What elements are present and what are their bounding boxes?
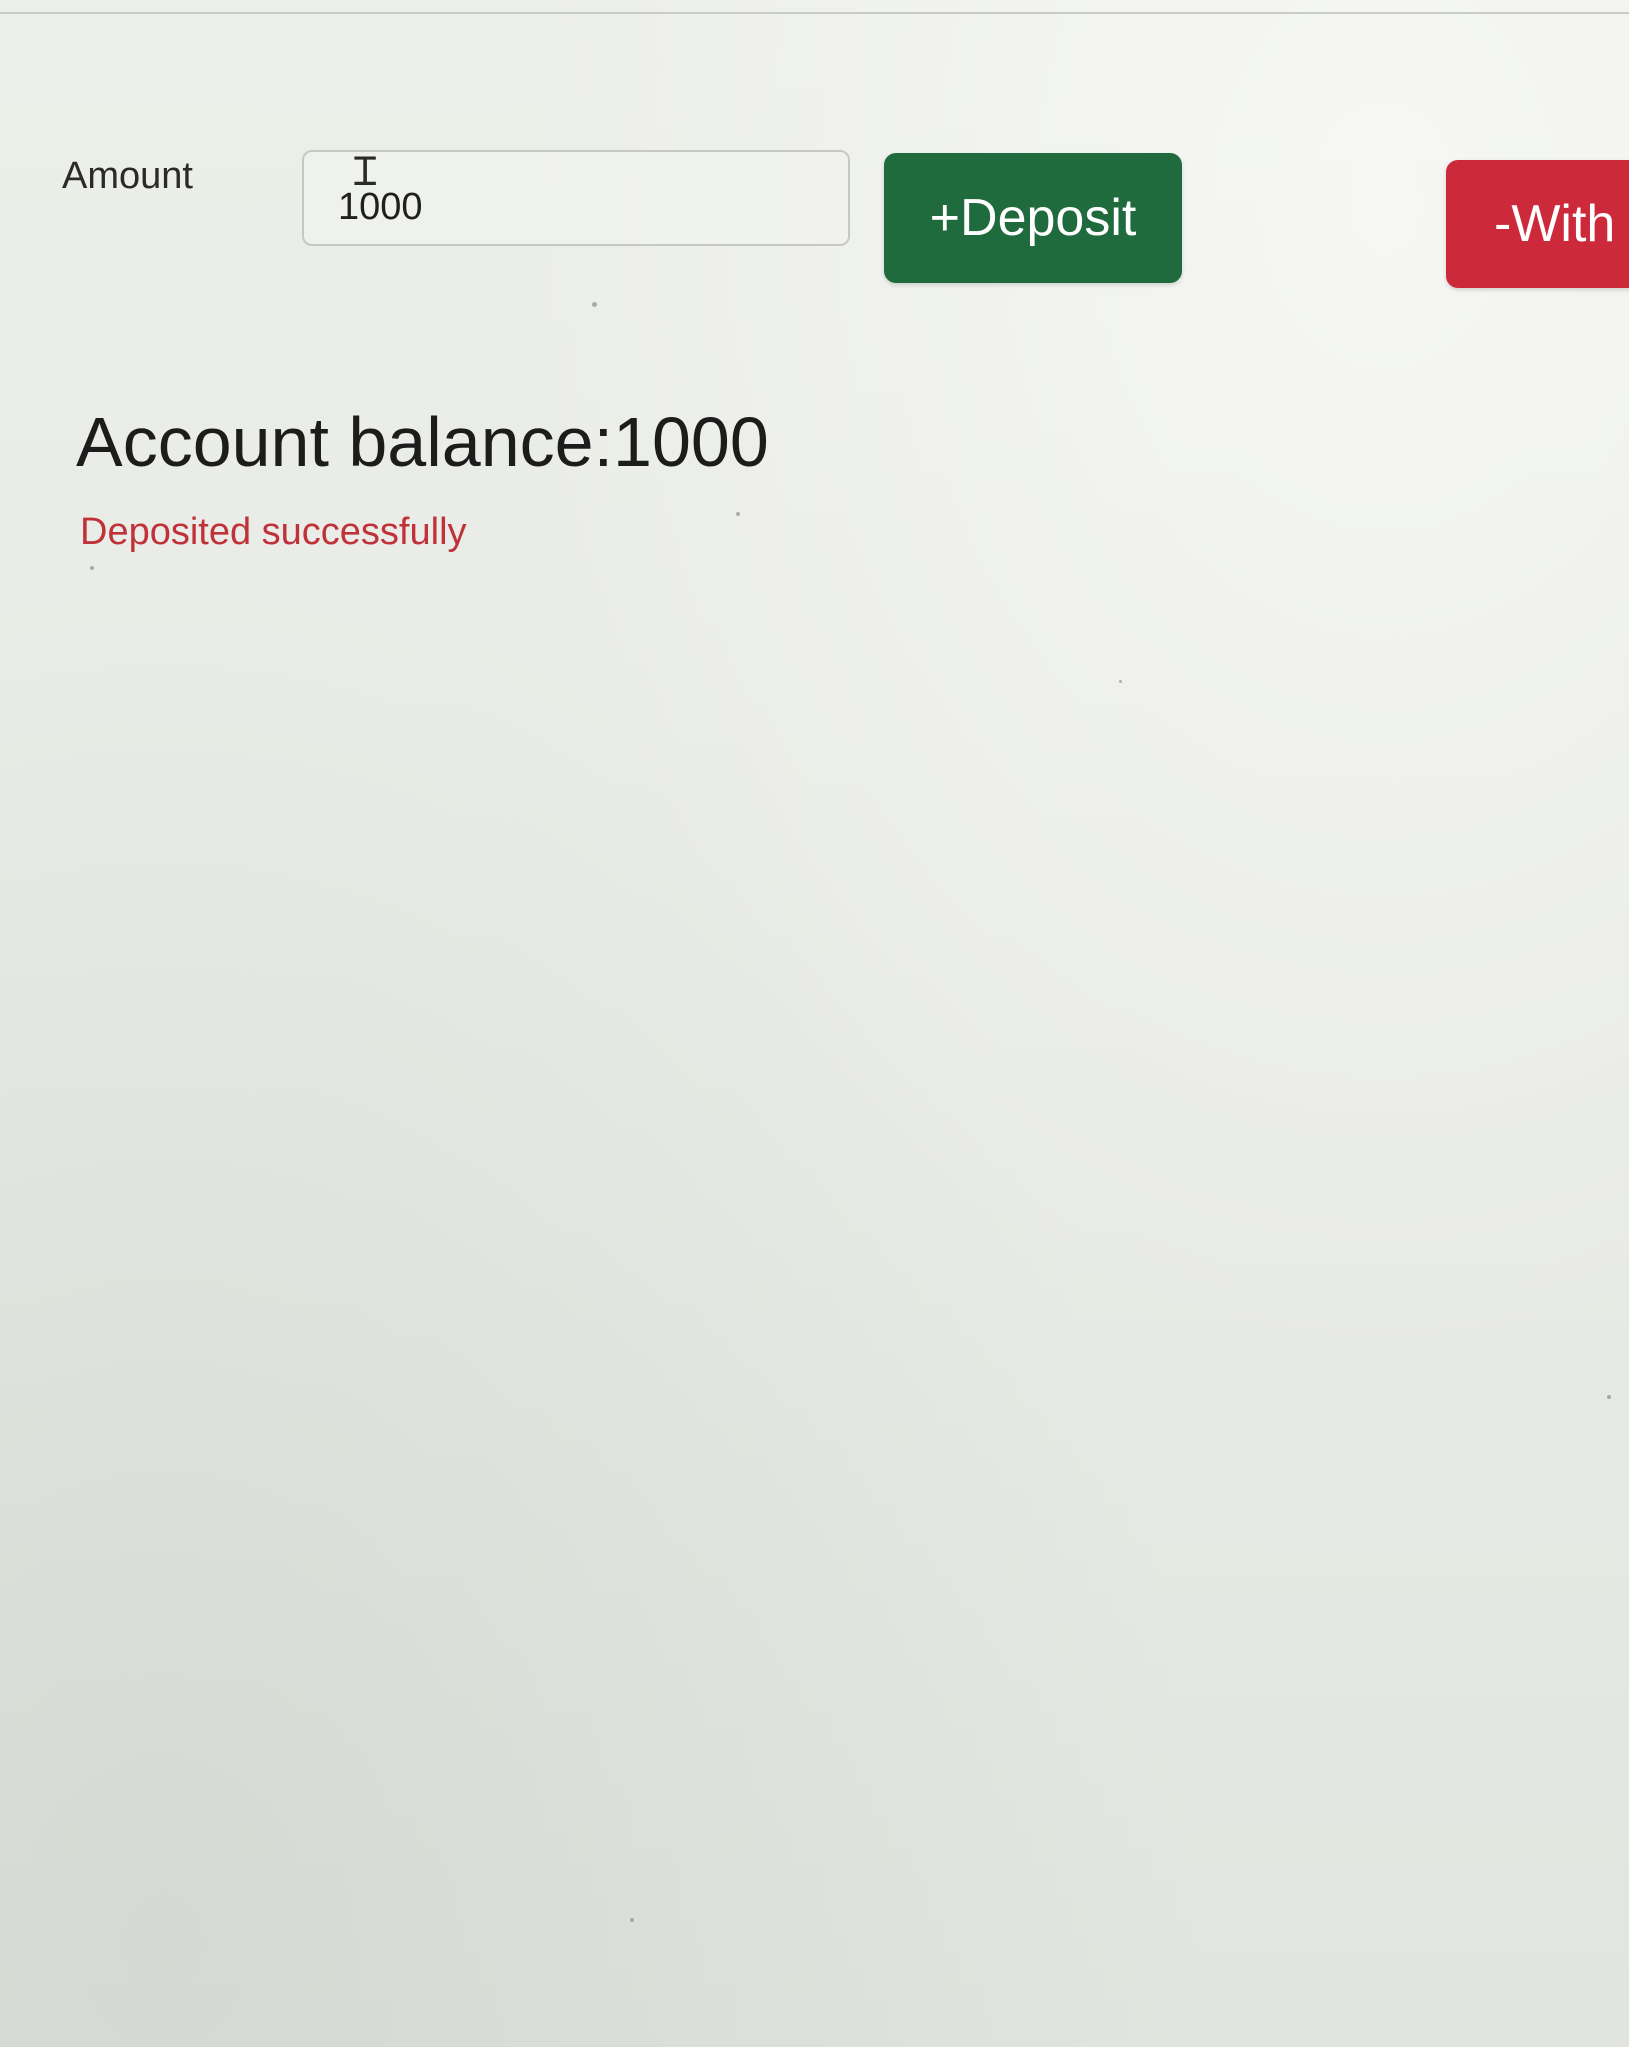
balance-value: 1000 — [613, 403, 769, 481]
dust-speck — [1119, 680, 1122, 683]
top-divider — [0, 12, 1629, 14]
account-balance: Account balance:1000 — [76, 400, 769, 484]
dust-speck — [90, 566, 94, 570]
balance-label: Account balance: — [76, 403, 614, 481]
page: Amount Ɪ +Deposit -With Account balance:… — [0, 0, 1629, 2047]
dust-speck — [592, 302, 597, 307]
dust-speck — [736, 512, 740, 516]
deposit-button[interactable]: +Deposit — [884, 153, 1182, 283]
dust-speck — [1607, 1395, 1611, 1399]
text-cursor-icon: Ɪ — [354, 150, 377, 194]
amount-label: Amount — [62, 155, 193, 197]
withdraw-button[interactable]: -With — [1446, 160, 1629, 288]
amount-input[interactable] — [302, 150, 850, 246]
dust-speck — [630, 1918, 634, 1922]
status-message: Deposited successfully — [80, 511, 467, 553]
